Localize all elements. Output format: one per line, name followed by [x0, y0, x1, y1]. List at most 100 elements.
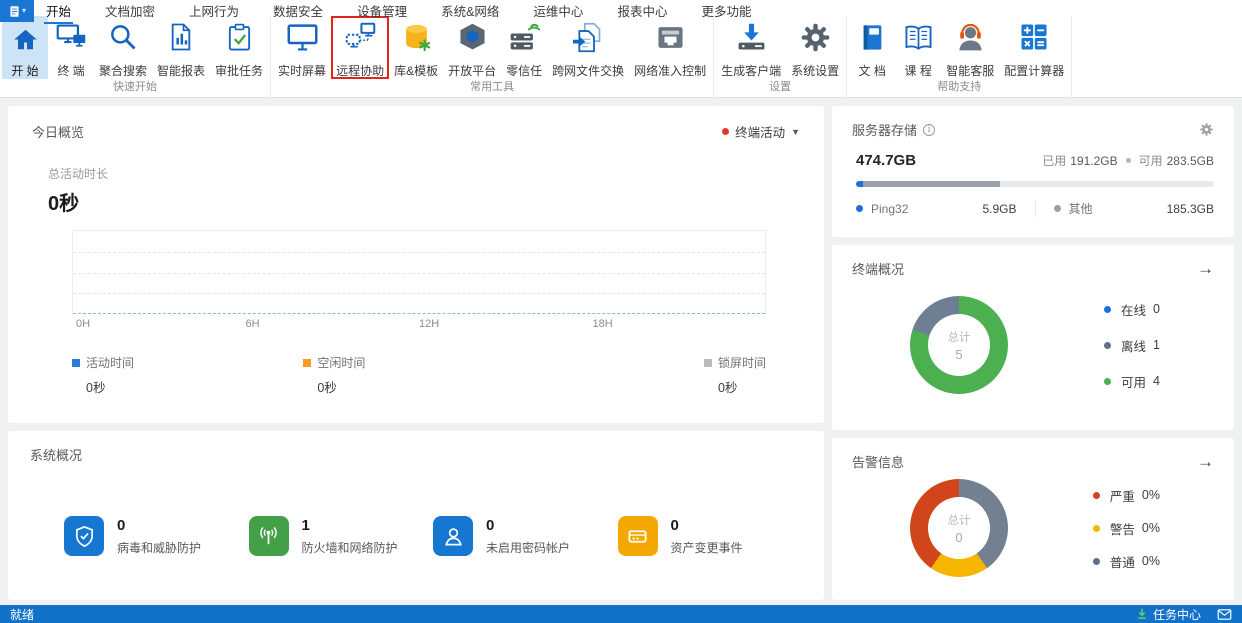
app-window: 开始 文档加密 上网行为 数据安全 设备管理 系统&网络 运维中心 报表中心 更多功能 ▾ 开 … [0, 0, 1242, 623]
ribbon-group-items: 文 档课 程智能客服配置计算器 [847, 16, 1071, 79]
ribbon-item-exchange[interactable]: 跨网文件交换 [547, 16, 629, 79]
dot-icon [1054, 205, 1061, 212]
legend-swatch-icon [704, 359, 712, 367]
ribbon-item-label: 系统设置 [791, 64, 839, 78]
dot-separator-icon [1126, 158, 1131, 163]
user-icon [433, 516, 473, 556]
ribbon-item-platform[interactable]: 开放平台 [443, 16, 501, 79]
ribbon-item-label: 网络准入控制 [634, 64, 706, 78]
menu-tab-上网行为[interactable]: 上网行为 [187, 0, 241, 22]
metric-value: 0秒 [48, 187, 800, 216]
legend-label: 活动时间 [86, 354, 134, 371]
legend-label: 在线 [1121, 300, 1146, 319]
panel-title: 告警信息 [852, 452, 904, 471]
approval-icon [225, 19, 254, 55]
x-tick: 6H [246, 318, 260, 330]
menu-tab-数据安全[interactable]: 数据安全 [271, 0, 325, 22]
ribbon-item-remote[interactable]: 远程协助 [331, 16, 389, 79]
ribbon-item-screen[interactable]: 实时屏幕 [273, 16, 331, 79]
ribbon-item-report[interactable]: 智能报表 [152, 16, 210, 79]
legend-item-离线: 离线1 [1104, 336, 1160, 355]
stat-value: 1 [302, 517, 398, 534]
ribbon-item-home[interactable]: 开 始 [2, 16, 48, 79]
message-envelope-icon[interactable] [1217, 609, 1232, 620]
storage-total: 474.7GB [856, 152, 916, 169]
stat-label: 防火墙和网络防护 [302, 539, 398, 556]
download-arrow-icon [1136, 608, 1148, 620]
legend-value: 1 [1153, 338, 1160, 352]
menu-tab-设备管理[interactable]: 设备管理 [355, 0, 409, 22]
ribbon-item-approval[interactable]: 审批任务 [210, 16, 268, 79]
legend-value: 0% [1142, 521, 1160, 535]
arrow-right-icon[interactable]: → [1197, 260, 1214, 277]
ribbon-item-label: 配置计算器 [1004, 64, 1064, 78]
legend-item-普通: 普通0% [1093, 552, 1160, 571]
menu-tab-文档加密[interactable]: 文档加密 [103, 0, 157, 22]
legend-item-可用: 可用4 [1104, 372, 1160, 391]
chevron-down-icon: ▼ [791, 127, 800, 137]
ribbon-group-label: 设置 [714, 79, 846, 97]
menu-tab-运维中心[interactable]: 运维中心 [531, 0, 585, 22]
system-stats: 0病毒和威胁防护1防火墙和网络防护0未启用密码帐户0资产变更事件 [64, 516, 802, 556]
ribbon-item-terminal[interactable]: 终 端 [48, 16, 94, 79]
terminal-icon [55, 19, 88, 55]
legend-value: 0 [1153, 302, 1160, 316]
activity-chart [72, 230, 766, 314]
stat-label: 资产变更事件 [671, 539, 743, 556]
app-menu-button[interactable]: ▾ [0, 0, 34, 22]
course-icon [903, 19, 934, 55]
legend-item-活动时间: 活动时间0秒 [72, 354, 303, 396]
panel-system-overview: 系统概况 0病毒和威胁防护1防火墙和网络防护0未启用密码帐户0资产变更事件 [8, 431, 824, 600]
ribbon-item-label: 课 程 [905, 64, 932, 78]
menu-tab-开始[interactable]: 开始 [44, 0, 73, 24]
ribbon-item-settings[interactable]: 系统设置 [786, 16, 844, 79]
app-logo-icon [8, 5, 21, 18]
legend-value: 0% [1142, 488, 1160, 502]
dot-icon [1093, 525, 1100, 532]
ribbon-item-service[interactable]: 智能客服 [941, 16, 999, 79]
storage-breakdown: Ping325.9GB其他185.3GB [856, 200, 1214, 217]
legend-label: 可用 [1121, 372, 1146, 391]
legend-swatch-icon [72, 359, 80, 367]
terminal-legend: 在线 0 离线1 可用4 [1104, 300, 1160, 391]
ribbon-item-label: 零信任 [506, 64, 542, 78]
search-icon [107, 19, 139, 55]
ribbon-item-calculator[interactable]: 配置计算器 [999, 16, 1069, 79]
ribbon-item-library[interactable]: 库&模板 [389, 16, 443, 79]
ribbon-item-client[interactable]: 生成客户端 [716, 16, 786, 79]
menu-tab-系统&网络[interactable]: 系统&网络 [439, 0, 501, 22]
shield-icon [64, 516, 104, 556]
task-center-button[interactable]: 任务中心 [1136, 606, 1201, 623]
menu-tab-更多功能[interactable]: 更多功能 [699, 0, 753, 22]
storage-item-value: 5.9GB [982, 202, 1016, 216]
legend-value: 0秒 [718, 377, 766, 396]
legend-label: 严重 [1110, 486, 1135, 505]
ribbon-item-label: 跨网文件交换 [552, 64, 624, 78]
ribbon-toolbar: 开 始终 端聚合搜索智能报表审批任务快速开始实时屏幕远程协助库&模板开放平台零信… [0, 16, 1242, 98]
arrow-right-icon[interactable]: → [1197, 453, 1214, 470]
storage-item-Ping32: Ping325.9GB [856, 200, 1035, 217]
storage-used-free: 已用191.2GB 可用283.5GB [1042, 152, 1214, 169]
chevron-down-icon: ▾ [22, 7, 26, 15]
ribbon-item-search[interactable]: 聚合搜索 [94, 16, 152, 79]
legend-label: 普通 [1110, 552, 1135, 571]
legend-label: 警告 [1110, 519, 1135, 538]
remote-icon [344, 19, 377, 55]
system-stat-user: 0未启用密码帐户 [433, 516, 618, 556]
ribbon-group: 生成客户端系统设置设置 [714, 16, 847, 97]
ribbon-item-doc[interactable]: 文 档 [849, 16, 895, 79]
ribbon-group-label: 常用工具 [271, 79, 713, 97]
legend-label: 空闲时间 [317, 354, 365, 371]
stat-value: 0 [117, 517, 201, 534]
stat-label: 未启用密码帐户 [486, 539, 570, 556]
legend-item-警告: 警告 0% [1093, 519, 1160, 538]
ribbon-item-nac[interactable]: 网络准入控制 [629, 16, 711, 79]
x-tick: 0H [76, 318, 90, 330]
ribbon-item-course[interactable]: 课 程 [895, 16, 941, 79]
terminal-activity-dropdown[interactable]: 终端活动 ▼ [722, 122, 800, 141]
ribbon-item-zerotrust[interactable]: 零信任 [501, 16, 547, 79]
gear-icon[interactable] [1199, 122, 1214, 137]
info-icon[interactable]: i [923, 124, 935, 136]
asset-icon [618, 516, 658, 556]
menu-tab-报表中心[interactable]: 报表中心 [615, 0, 669, 22]
